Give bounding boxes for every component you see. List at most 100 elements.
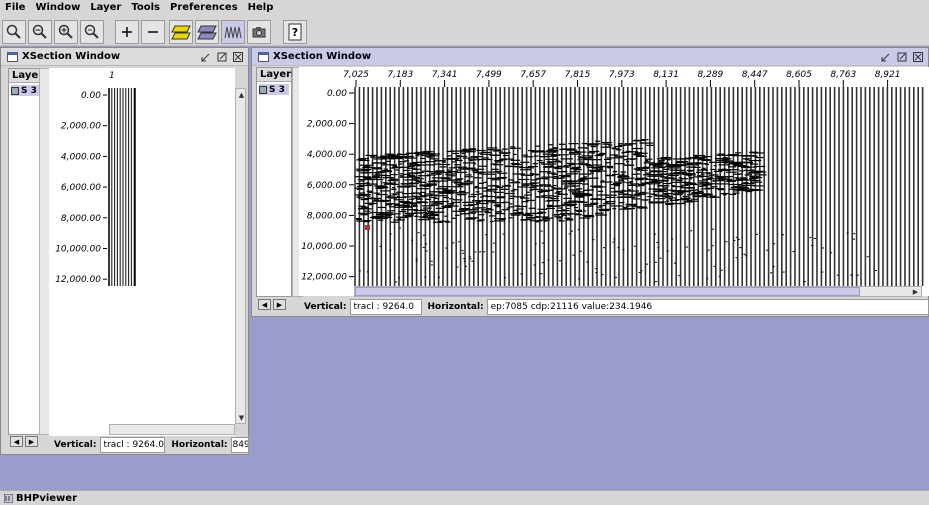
event-mark <box>496 186 503 189</box>
minimize-icon[interactable] <box>880 51 892 63</box>
event-mark <box>470 156 483 158</box>
event-mark <box>625 161 630 163</box>
menu-file[interactable]: File <box>0 0 30 16</box>
event-mark <box>406 167 416 169</box>
right-seismic-svg[interactable]: 7,025 7,183 7,341 7,499 7,657 7,815 7,973 8,131… <box>299 67 929 296</box>
event-mark <box>740 162 753 164</box>
wiggle-button[interactable] <box>221 20 245 44</box>
right-horizontal-scrollbar[interactable]: ▶ <box>354 286 922 297</box>
event-mark <box>718 164 731 166</box>
close-icon[interactable] <box>232 51 244 63</box>
event-mark <box>738 185 748 187</box>
event-mark <box>537 208 548 210</box>
event-mark <box>652 183 661 185</box>
event-mark <box>493 150 504 152</box>
menu-window[interactable]: Window <box>30 0 85 16</box>
gray-layer-button[interactable] <box>195 20 219 44</box>
noise-mark <box>656 242 659 244</box>
event-mark <box>725 171 737 173</box>
event-mark <box>595 212 604 214</box>
noise-mark <box>770 272 773 274</box>
event-mark <box>598 166 609 168</box>
event-mark <box>420 191 426 194</box>
left-horizontal-scrollbar[interactable] <box>109 424 235 435</box>
zoom-out-button[interactable] <box>28 20 52 44</box>
horizontal-field[interactable]: 849 <box>230 437 249 453</box>
event-mark <box>742 158 752 160</box>
noise-mark <box>502 233 505 235</box>
event-mark <box>614 163 625 165</box>
remove-button[interactable] <box>141 20 165 44</box>
event-mark <box>404 157 418 159</box>
layer-item[interactable]: S 3 <box>259 84 289 95</box>
scroll-thumb[interactable] <box>355 287 860 296</box>
vertical-field[interactable]: tracl : 9264.0 <box>349 299 422 315</box>
noise-mark <box>411 239 414 241</box>
right-xsection-window[interactable]: XSection Window Layers S 3 ◀ ▶ 7,025 7,18… <box>251 47 929 317</box>
event-mark <box>642 174 655 176</box>
event-mark <box>752 175 756 177</box>
left-vertical-scrollbar[interactable]: ▲ ▼ <box>235 88 246 424</box>
taskbar-label[interactable]: BHPviewer <box>16 493 77 504</box>
event-mark <box>432 214 440 217</box>
noise-mark <box>866 256 869 258</box>
right-window-titlebar[interactable]: XSection Window <box>252 48 928 66</box>
right-nav-back-button[interactable]: ◀ <box>258 299 271 310</box>
event-mark <box>687 175 692 177</box>
event-mark <box>656 173 670 175</box>
event-mark <box>420 157 426 160</box>
layer-item[interactable]: S 3 <box>11 85 39 96</box>
left-nav-forward-button[interactable]: ▶ <box>25 436 38 447</box>
left-seismic-svg[interactable]: 1 0.00 2,000.00 4,000.00 6,000.00 8,000.00 10,… <box>49 68 235 436</box>
event-mark <box>696 171 701 174</box>
event-mark <box>720 192 729 195</box>
menu-layer[interactable]: Layer <box>85 0 126 16</box>
right-seismic-plot[interactable]: 7,025 7,183 7,341 7,499 7,657 7,815 7,973 8,131… <box>299 67 929 296</box>
event-mark <box>536 177 548 179</box>
help-button[interactable]: ? <box>283 20 307 44</box>
event-mark <box>692 195 698 197</box>
noise-mark <box>659 257 662 259</box>
scroll-down-arrow[interactable]: ▼ <box>236 412 247 423</box>
close-icon[interactable] <box>912 51 924 63</box>
left-seismic-plot[interactable]: 1 0.00 2,000.00 4,000.00 6,000.00 8,000.00 10,… <box>49 68 235 436</box>
left-nav-back-button[interactable]: ◀ <box>10 436 23 447</box>
noise-mark <box>578 278 581 280</box>
event-mark <box>525 199 535 202</box>
zoom-reset-button[interactable] <box>2 20 26 44</box>
scroll-right-arrow[interactable]: ▶ <box>910 286 921 297</box>
event-mark <box>657 160 665 162</box>
maximize-icon[interactable] <box>896 51 908 63</box>
event-mark <box>358 205 366 207</box>
event-mark <box>591 164 602 166</box>
event-mark <box>406 172 419 174</box>
zoom-out-small-button[interactable] <box>80 20 104 44</box>
minimize-icon[interactable] <box>200 51 212 63</box>
scroll-up-arrow[interactable]: ▲ <box>236 89 247 100</box>
depth-tick-label: 12,000.00 <box>301 273 347 283</box>
event-mark <box>678 172 687 175</box>
maximize-icon[interactable] <box>216 51 228 63</box>
event-mark <box>360 172 370 174</box>
zoom-in-button[interactable] <box>54 20 78 44</box>
left-xsection-window[interactable]: XSection Window Layers S 3 ◀ ▶ 1 0.00 2,00… <box>0 47 249 455</box>
event-mark <box>497 172 508 174</box>
horizontal-field[interactable]: ep:7085 cdp:21116 value:234.1946 <box>486 299 929 315</box>
event-mark <box>606 157 618 159</box>
camera-button[interactable] <box>247 20 271 44</box>
event-mark <box>749 189 759 192</box>
noise-mark <box>423 234 426 236</box>
menu-preferences[interactable]: Preferences <box>165 0 243 16</box>
menu-help[interactable]: Help <box>243 0 279 16</box>
event-mark <box>495 212 506 215</box>
x-tick-label: 7,815 <box>565 70 591 80</box>
left-window-titlebar[interactable]: XSection Window <box>1 48 248 66</box>
event-mark <box>591 186 602 188</box>
noise-mark <box>654 233 657 235</box>
yellow-layer-button[interactable] <box>169 20 193 44</box>
vertical-field[interactable]: tracl : 9264.0 <box>99 437 166 453</box>
right-nav-forward-button[interactable]: ▶ <box>273 299 286 310</box>
event-mark <box>478 165 487 167</box>
add-button[interactable] <box>115 20 139 44</box>
menu-tools[interactable]: Tools <box>126 0 165 16</box>
